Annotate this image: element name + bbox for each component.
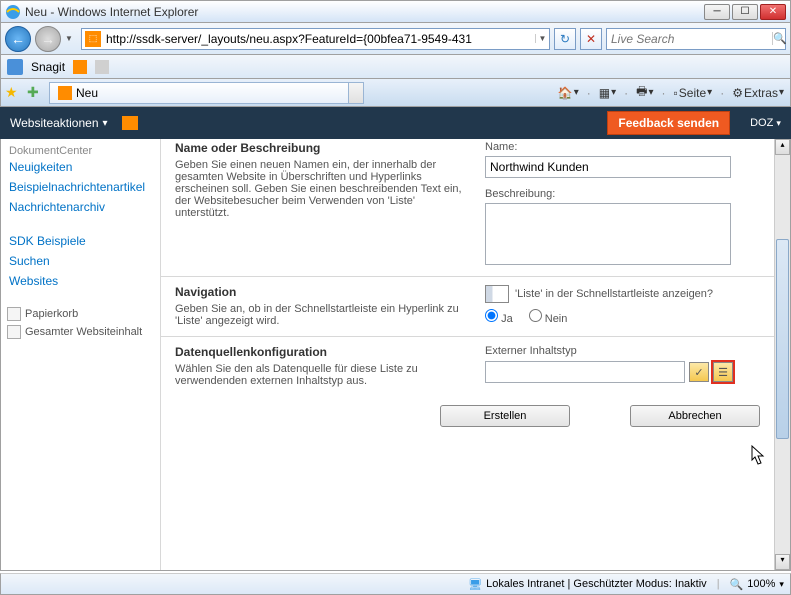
- close-button[interactable]: ✕: [760, 4, 786, 20]
- recycle-bin-link[interactable]: Papierkorb: [7, 305, 152, 323]
- datasource-section-desc: Wählen Sie den als Datenquelle für diese…: [175, 363, 465, 387]
- check-contenttype-button[interactable]: ✓: [689, 362, 709, 382]
- site-actions-menu[interactable]: Websiteaktionen▾: [10, 116, 138, 130]
- quick-launch: DokumentCenter Neuigkeiten Beispielnachr…: [1, 139, 161, 570]
- user-menu[interactable]: DOZ ▾: [750, 117, 781, 129]
- name-input[interactable]: [485, 156, 731, 178]
- nav-item-sdk[interactable]: SDK Beispiele: [9, 231, 152, 251]
- name-section-header: Name oder Beschreibung: [175, 141, 465, 155]
- search-icon[interactable]: 🔍: [772, 32, 787, 45]
- radio-no[interactable]: Nein: [529, 309, 568, 325]
- snagit-tool-1[interactable]: [73, 60, 87, 74]
- name-section-desc: Geben Sie einen neuen Namen ein, der inn…: [175, 159, 465, 219]
- search-input[interactable]: [607, 32, 772, 46]
- nav-item-news[interactable]: Neuigkeiten: [9, 157, 152, 177]
- address-bar[interactable]: ⬚ ▼: [81, 28, 550, 50]
- quicklaunch-icon: [485, 285, 509, 303]
- datasource-section-header: Datenquellenkonfiguration: [175, 345, 465, 359]
- favorites-icon[interactable]: ★: [5, 84, 23, 102]
- nav-item-cut[interactable]: DokumentCenter: [9, 145, 92, 157]
- browser-navbar: ← → ▼ ⬚ ▼ ↻ ✕ 🔍: [0, 23, 791, 55]
- snagit-tool-2[interactable]: [95, 60, 109, 74]
- forward-button[interactable]: →: [35, 26, 61, 52]
- sharepoint-ribbon: Websiteaktionen▾ Feedback senden DOZ ▾: [0, 107, 791, 139]
- search-box[interactable]: 🔍: [606, 28, 786, 50]
- name-label: Name:: [485, 141, 776, 153]
- tab-bar: ★ ✚ Neu 🏠 ▾· ▦ ▾· 🖶 ▾· ▫ Seite ▾· ⚙ Extr…: [0, 79, 791, 107]
- nav-section-header: Navigation: [175, 285, 465, 299]
- recycle-icon: [7, 307, 21, 321]
- stop-button[interactable]: ✕: [580, 28, 602, 50]
- add-favorites-icon[interactable]: ✚: [27, 84, 45, 102]
- form-area: Name oder Beschreibung Geben Sie einen n…: [161, 139, 790, 570]
- nav-history-dropdown[interactable]: ▼: [65, 34, 77, 43]
- internet-zone-icon: 🖥: [468, 578, 482, 591]
- quicklaunch-question: 'Liste' in der Schnellstartleiste anzeig…: [515, 288, 713, 300]
- status-bar: 🖥 Lokales Intranet | Geschützter Modus: …: [0, 573, 791, 595]
- print-button[interactable]: 🖶 ▾: [634, 82, 655, 103]
- snagit-icon[interactable]: [7, 59, 23, 75]
- zoom-control[interactable]: 🔍 100% ▾: [730, 578, 784, 591]
- vertical-scrollbar[interactable]: ▴ ▾: [774, 139, 790, 570]
- ext-contenttype-label: Externer Inhaltstyp: [485, 345, 776, 357]
- maximize-button[interactable]: ☐: [732, 4, 758, 20]
- ie-icon: [5, 4, 21, 20]
- tools-menu[interactable]: ⚙ Extras ▾: [730, 86, 786, 100]
- browse-icon[interactable]: [122, 116, 138, 130]
- nav-item-sample[interactable]: Beispielnachrichtenartikel: [9, 177, 152, 197]
- tab-favicon: [58, 86, 72, 100]
- url-input[interactable]: [104, 32, 535, 46]
- browser-tab[interactable]: Neu: [49, 82, 349, 104]
- nav-section-desc: Geben Sie an, ob in der Schnellstartleis…: [175, 303, 465, 327]
- snagit-label: Snagit: [31, 60, 65, 74]
- site-favicon: ⬚: [85, 31, 101, 47]
- browse-contenttype-button[interactable]: ☰: [713, 362, 733, 382]
- page-content: DokumentCenter Neuigkeiten Beispielnachr…: [0, 139, 791, 571]
- home-button[interactable]: 🏠 ▾: [556, 86, 581, 100]
- minimize-button[interactable]: ─: [704, 4, 730, 20]
- radio-yes[interactable]: Ja: [485, 309, 513, 325]
- ext-contenttype-input[interactable]: [485, 361, 685, 383]
- nav-item-search[interactable]: Suchen: [9, 251, 152, 271]
- nav-item-archive[interactable]: Nachrichtenarchiv: [9, 197, 152, 217]
- scroll-thumb[interactable]: [776, 239, 789, 439]
- cancel-button[interactable]: Abbrechen: [630, 405, 760, 427]
- description-input[interactable]: [485, 203, 731, 265]
- description-label: Beschreibung:: [485, 188, 776, 200]
- window-titlebar: Neu - Windows Internet Explorer ─ ☐ ✕: [0, 0, 791, 23]
- create-button[interactable]: Erstellen: [440, 405, 570, 427]
- scroll-down-button[interactable]: ▾: [775, 554, 790, 570]
- all-content-link[interactable]: Gesamter Websiteinhalt: [7, 323, 152, 341]
- zoom-icon: 🔍: [730, 578, 744, 591]
- feeds-button[interactable]: ▦ ▾: [597, 86, 618, 100]
- snagit-toolbar: Snagit: [0, 55, 791, 79]
- back-button[interactable]: ←: [5, 26, 31, 52]
- refresh-button[interactable]: ↻: [554, 28, 576, 50]
- security-zone[interactable]: 🖥 Lokales Intranet | Geschützter Modus: …: [468, 578, 707, 591]
- feedback-button[interactable]: Feedback senden: [607, 111, 730, 135]
- all-content-icon: [7, 325, 21, 339]
- tab-title: Neu: [76, 86, 98, 100]
- new-tab-button[interactable]: [348, 82, 364, 104]
- window-title: Neu - Windows Internet Explorer: [25, 5, 704, 19]
- pointer-cursor-icon: [746, 444, 766, 468]
- url-dropdown[interactable]: ▼: [535, 34, 549, 43]
- page-menu[interactable]: ▫ Seite ▾: [672, 86, 715, 100]
- scroll-up-button[interactable]: ▴: [775, 139, 790, 155]
- nav-item-sites[interactable]: Websites: [9, 271, 152, 291]
